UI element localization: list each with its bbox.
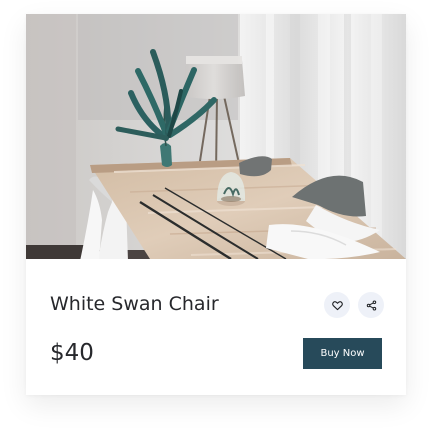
buy-now-button[interactable]: Buy Now [303, 338, 382, 369]
product-actions [324, 292, 384, 318]
product-title: White Swan Chair [50, 293, 219, 315]
share-icon [366, 300, 376, 310]
product-card: White Swan Chair $40 Buy Now [26, 14, 406, 395]
heart-icon [331, 300, 343, 310]
page: White Swan Chair $40 Buy Now [0, 0, 432, 436]
share-button[interactable] [358, 292, 384, 318]
favorite-button[interactable] [324, 292, 350, 318]
product-price: $40 [50, 340, 94, 366]
product-photo [26, 14, 406, 259]
product-info: White Swan Chair $40 Buy Now [26, 259, 406, 395]
product-image [26, 14, 406, 259]
